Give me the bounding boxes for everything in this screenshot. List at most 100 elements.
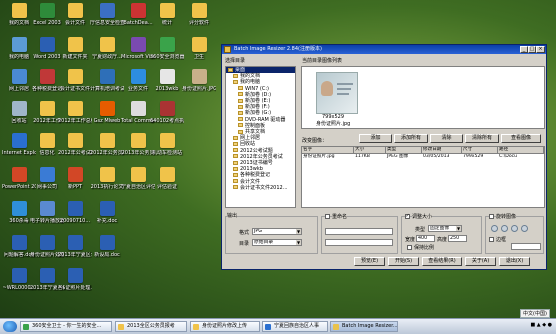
- desktop-icon[interactable]: 2012年公务员考试: [90, 133, 124, 156]
- about-button[interactable]: 关于(A): [465, 257, 496, 266]
- desktop-icon[interactable]: ~$证照片处理.doc: [58, 268, 92, 291]
- desktop-icon[interactable]: 会计文件: [58, 3, 92, 26]
- desktop-icon[interactable]: 卫生: [182, 37, 216, 60]
- system-tray[interactable]: ■ ▲ ◆ ●: [530, 322, 552, 328]
- flip-horizontal-icon[interactable]: [521, 225, 528, 232]
- desktop-icon[interactable]: 新建文件夹: [58, 37, 92, 60]
- folder-icon: [238, 86, 243, 91]
- folder-icon: [238, 110, 243, 115]
- column-header[interactable]: 大小: [354, 147, 386, 153]
- height-input[interactable]: 250: [448, 235, 467, 242]
- file-icon: [39, 201, 55, 216]
- add-button[interactable]: 添加: [359, 134, 392, 143]
- taskbar-button[interactable]: 360安全卫士 - 你一生的安全...: [20, 321, 112, 332]
- file-icon: [11, 3, 27, 18]
- file-icon: [11, 268, 27, 283]
- desktop-icon[interactable]: 2013wkb: [150, 69, 184, 92]
- border-checkbox[interactable]: [489, 237, 494, 242]
- rotate-checkbox[interactable]: [489, 214, 494, 219]
- tree-node-label: 2012年公务员考试: [240, 153, 283, 160]
- desktop-icon-label: 评分软件: [188, 20, 209, 26]
- thumbnail-panel[interactable]: 799x529 身份证照片.jpg: [301, 66, 545, 129]
- desktop-icon[interactable]: Gsz Mlweb: [90, 101, 124, 124]
- table-row[interactable]: 身份证照片.jpg 117KB JPEG 图像 03/05/2013 799x529 C:…: [302, 154, 544, 160]
- folder-icon: [233, 73, 238, 78]
- column-header[interactable]: 路径: [498, 147, 544, 153]
- desktop-icon-label: 会计文件: [64, 20, 85, 26]
- desktop-icon[interactable]: 新设局.doc: [90, 235, 124, 258]
- desktop-icon[interactable]: 机动车检测站: [150, 133, 184, 156]
- title-bar[interactable]: Batch Image Resizer 2.84(注册版本) _ □ ×: [222, 45, 546, 54]
- desktop-icon[interactable]: 补充.doc: [90, 201, 124, 224]
- desktop-icon[interactable]: 评分软件: [182, 3, 216, 26]
- desktop-icon[interactable]: 2013年宁夏区公务员: [58, 235, 92, 258]
- desktop-icon[interactable]: 2012年公考试题: [58, 133, 92, 156]
- maximize-button[interactable]: □: [528, 46, 536, 53]
- desktop-icon[interactable]: 厅信息安全检查表: [90, 3, 124, 26]
- border-size-input[interactable]: [511, 243, 541, 250]
- flip-vertical-icon[interactable]: [511, 225, 518, 232]
- clear-button[interactable]: 清除: [430, 134, 463, 143]
- desktop-icon[interactable]: 新PPT: [58, 167, 92, 190]
- file-icon: [191, 3, 207, 18]
- file-icon: [39, 235, 55, 250]
- rename-checkbox[interactable]: [325, 214, 330, 219]
- thumbnail-image[interactable]: [316, 72, 358, 114]
- height-value: 250: [450, 236, 460, 241]
- ime-indicator[interactable]: 中文(中国): [520, 309, 550, 318]
- folder-icon: [238, 123, 243, 128]
- desktop-icon[interactable]: 统计: [150, 3, 184, 26]
- taskbar-button[interactable]: Batch Image Resizer...: [330, 321, 398, 332]
- add-all-button[interactable]: 添加所有: [394, 134, 428, 143]
- exit-button[interactable]: 退出(X): [499, 257, 530, 266]
- rotate-left-icon[interactable]: [491, 225, 498, 232]
- taskbar-button[interactable]: 身份证照片修改上传: [190, 321, 260, 332]
- width-input[interactable]: 400: [416, 235, 435, 242]
- desktop-icon[interactable]: 20090710...: [58, 201, 92, 224]
- folder-tree[interactable]: 桌面 我的文档 我的电脑 WIN7 (C:) 新加卷 (D:) 新加卷 (E:) 新加卷 (…: [225, 66, 296, 208]
- taskbar-button[interactable]: 2013全区公务员报考: [115, 321, 187, 332]
- resize-type-select[interactable]: 固定图像 ▼: [428, 225, 462, 232]
- image-file-list[interactable]: 名字 大小 类型 修改日期 尺寸 路径 身份证照片.jpg 117KB JPEG 图像 03/0…: [301, 146, 545, 208]
- rotate-right-icon[interactable]: [501, 225, 508, 232]
- column-header[interactable]: 名字: [302, 147, 354, 153]
- column-header[interactable]: 尺寸: [462, 147, 498, 153]
- rename-field-2[interactable]: [325, 239, 393, 246]
- keep-ratio-checkbox[interactable]: [407, 245, 412, 250]
- view-image-button[interactable]: 查看图像: [501, 134, 541, 143]
- output-group-label: 输出: [227, 212, 238, 219]
- rename-field-1[interactable]: [325, 228, 393, 235]
- folder-icon: [233, 79, 238, 84]
- desktop-icon[interactable]: 计算机培训考试: [90, 69, 124, 92]
- desktop-icon[interactable]: 640102考点执行.rar: [150, 101, 184, 124]
- tree-node[interactable]: 会计证书文件2012...: [226, 185, 295, 191]
- desktop-icon[interactable]: 2013执行论文: [90, 167, 124, 190]
- desktop-icon[interactable]: 宁夏财政厅...: [90, 37, 124, 60]
- taskbar-button[interactable]: 宁夏回族自治区人事: [262, 321, 328, 332]
- desktop-icon[interactable]: 360安全浏览器: [150, 37, 184, 60]
- column-header[interactable]: 修改日期: [422, 147, 462, 153]
- resize-checkbox[interactable]: [405, 213, 410, 219]
- folder-icon: [233, 148, 238, 153]
- file-icon: [11, 235, 27, 250]
- close-button[interactable]: ×: [536, 46, 545, 53]
- view-result-button[interactable]: 查看结果(R): [422, 257, 462, 266]
- chevron-down-icon: ▼: [296, 240, 301, 245]
- desktop-icon[interactable]: 评估验证: [150, 167, 184, 190]
- desktop-icon[interactable]: 会计证书文件: [58, 69, 92, 92]
- start-button[interactable]: 开始(S): [388, 257, 419, 266]
- format-select[interactable]: JPG ▼: [252, 228, 302, 235]
- dir-select[interactable]: 原始目录 ▼: [252, 239, 302, 246]
- start-button[interactable]: [3, 321, 17, 332]
- folder-icon: [238, 129, 243, 134]
- desktop-icon[interactable]: 2012年工作总结: [58, 101, 92, 124]
- clear-all-button[interactable]: 清除所有: [465, 134, 499, 143]
- desktop-icon-label: 2012年公考试题: [58, 150, 92, 156]
- desktop-icon-label: 新建文件夹: [62, 54, 88, 60]
- preview-button[interactable]: 预览(E): [354, 257, 385, 266]
- minimize-button[interactable]: _: [520, 46, 528, 53]
- column-header[interactable]: 类型: [386, 147, 422, 153]
- desktop-icon-label: 360安全浏览器: [150, 54, 184, 60]
- tree-node-label: 新加卷 (D:): [245, 91, 272, 98]
- desktop-icon[interactable]: 身份证照片.JPG: [182, 69, 216, 92]
